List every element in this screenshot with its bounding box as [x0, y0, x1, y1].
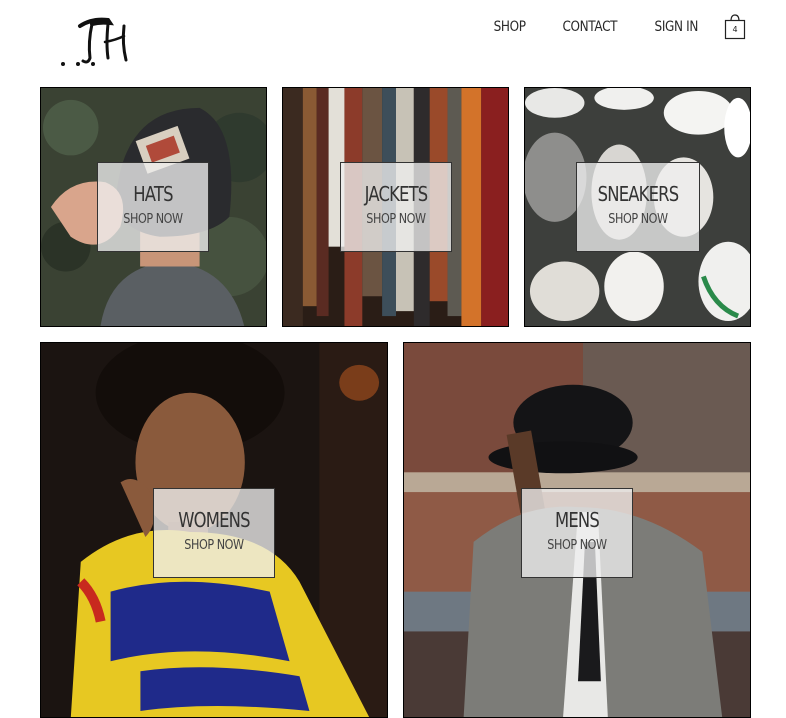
- jackets-caption: JACKETS SHOP NOW: [340, 162, 452, 252]
- womens-title: WOMENS: [178, 508, 250, 532]
- category-tile-jackets[interactable]: JACKETS SHOP NOW: [282, 87, 509, 327]
- cart-button[interactable]: 4: [724, 14, 748, 40]
- mens-caption: MENS SHOP NOW: [521, 488, 633, 578]
- womens-shop-now[interactable]: SHOP NOW: [162, 538, 265, 554]
- hats-title: HATS: [133, 182, 173, 206]
- jackets-shop-now[interactable]: SHOP NOW: [349, 212, 444, 228]
- hats-shop-now[interactable]: SHOP NOW: [106, 212, 201, 228]
- nav-shop[interactable]: SHOP: [493, 14, 525, 40]
- sneakers-caption: SNEAKERS SHOP NOW: [576, 162, 700, 252]
- logo-mark: [61, 17, 128, 66]
- category-tile-mens[interactable]: MENS SHOP NOW: [403, 342, 751, 718]
- sneakers-shop-now[interactable]: SHOP NOW: [586, 212, 691, 228]
- womens-caption: WOMENS SHOP NOW: [153, 488, 275, 578]
- mens-shop-now[interactable]: SHOP NOW: [530, 538, 625, 554]
- mens-title: MENS: [555, 508, 600, 532]
- site-header: SHOP CONTACT SIGN IN 4: [0, 0, 786, 80]
- hats-caption: HATS SHOP NOW: [97, 162, 209, 252]
- cart-count: 4: [732, 25, 738, 34]
- category-tile-hats[interactable]: HATS SHOP NOW: [40, 87, 267, 327]
- nav-contact[interactable]: CONTACT: [562, 14, 617, 40]
- category-tile-sneakers[interactable]: SNEAKERS SHOP NOW: [524, 87, 751, 327]
- nav-sign-in[interactable]: SIGN IN: [655, 14, 699, 40]
- brand-logo[interactable]: [58, 14, 138, 70]
- main-nav: SHOP CONTACT SIGN IN 4: [491, 14, 748, 40]
- jackets-title: JACKETS: [364, 182, 429, 206]
- category-tile-womens[interactable]: WOMENS SHOP NOW: [40, 342, 388, 718]
- sneakers-title: SNEAKERS: [597, 182, 679, 206]
